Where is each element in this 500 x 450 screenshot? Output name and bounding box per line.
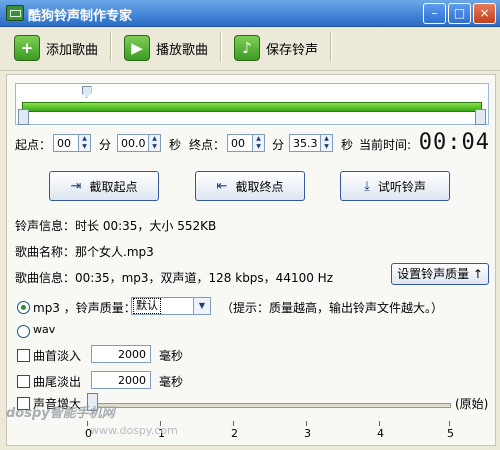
audio-timeline[interactable]: [15, 83, 489, 125]
start-marker[interactable]: [18, 109, 29, 125]
wav-label: wav: [33, 323, 56, 336]
toolbar-separator: [220, 32, 222, 62]
minimize-button[interactable]: –: [423, 3, 446, 24]
play-song-label: 播放歌曲: [156, 42, 209, 58]
mp3-radio[interactable]: [17, 301, 30, 314]
mp3-label: mp3 ，铃声质量：: [33, 301, 136, 315]
tick-mark: [449, 421, 450, 426]
tick-label: 5: [447, 427, 454, 440]
music-note-icon: ♪: [234, 35, 260, 61]
play-icon: ▶: [124, 35, 150, 61]
volume-slider-track[interactable]: [87, 403, 451, 408]
current-time-display: 00:04: [418, 130, 490, 155]
minute-unit: 分: [99, 138, 112, 152]
time-controls: 起点： 00 ▲ ▼ 分 00.0 ▲ ▼ 秒 终点： 00 ▲ ▼ 分 35.3 ▲…: [15, 130, 490, 155]
fade-in-label: 曲首淡入: [33, 349, 82, 363]
add-song-button[interactable]: + 添加歌曲: [14, 34, 98, 62]
title-bar[interactable]: 酷狗铃声制作专家 – □ ×: [0, 0, 500, 27]
fade-in-input[interactable]: 2000: [91, 345, 151, 363]
add-song-label: 添加歌曲: [46, 42, 99, 58]
quality-hint: （提示：质量越高，输出铃声文件越大。）: [221, 301, 444, 315]
spinner-arrows-icon[interactable]: ▲ ▼: [78, 135, 90, 151]
end-min-spinner[interactable]: 00 ▲ ▼: [227, 134, 265, 152]
tick-mark: [306, 421, 307, 426]
fade-out-checkbox[interactable]: [17, 375, 30, 388]
toolbar-separator: [110, 32, 112, 62]
toolbar-separator: [330, 32, 332, 62]
tick-label: 3: [304, 427, 311, 440]
toolbar: + 添加歌曲 ▶ 播放歌曲 ♪ 保存铃声: [0, 26, 500, 71]
spinner-arrows-icon[interactable]: ▲ ▼: [252, 135, 264, 151]
spinner-arrows-icon[interactable]: ▲ ▼: [148, 135, 160, 151]
second-unit: 秒: [169, 138, 182, 152]
cut-start-button[interactable]: ⇥ 截取起点: [49, 171, 159, 201]
tick-label: 2: [231, 427, 238, 440]
plus-icon: +: [14, 35, 40, 61]
minute-unit: 分: [272, 138, 285, 152]
start-label: 起点：: [15, 138, 52, 152]
set-quality-button[interactable]: 设置铃声质量 ↑: [391, 263, 489, 285]
second-unit: 秒: [341, 138, 354, 152]
maximize-button[interactable]: □: [448, 3, 471, 24]
end-sec-spinner[interactable]: 35.3 ▲ ▼: [289, 134, 333, 152]
main-panel: 起点： 00 ▲ ▼ 分 00.0 ▲ ▼ 秒 终点： 00 ▲ ▼ 分 35.3 ▲…: [6, 74, 496, 446]
selection-bar[interactable]: [22, 102, 482, 112]
song-name: 歌曲名称：那个女人.mp3: [15, 245, 154, 259]
end-sec-value: 35.3: [293, 137, 318, 150]
fade-out-label: 曲尾淡出: [33, 375, 82, 389]
ringtone-info: 铃声信息：时长 00:35，大小 552KB: [15, 219, 217, 233]
tick-mark: [87, 421, 88, 426]
preview-label: 试听铃声: [377, 179, 426, 194]
preview-icon: ⤓: [364, 178, 370, 194]
watermark-url: www.dospy.com: [90, 424, 178, 437]
cut-end-label: 截取终点: [235, 179, 284, 194]
tick-label: 4: [377, 427, 384, 440]
fade-out-unit: 毫秒: [159, 375, 184, 389]
save-ringtone-button[interactable]: ♪ 保存铃声: [234, 34, 318, 62]
wav-radio[interactable]: [17, 325, 30, 338]
start-sec-spinner[interactable]: 00.0 ▲ ▼: [117, 134, 161, 152]
tick-mark: [233, 421, 234, 426]
app-icon: [6, 5, 24, 21]
fade-in-checkbox[interactable]: [17, 349, 30, 362]
start-bracket-icon: ⇥: [70, 178, 82, 194]
start-sec-value: 00.0: [121, 137, 146, 150]
spinner-arrows-icon[interactable]: ▲ ▼: [320, 135, 332, 151]
close-button[interactable]: ×: [473, 3, 496, 24]
quality-select[interactable]: 默认 ▼: [131, 297, 211, 315]
cut-end-button[interactable]: ⇤ 截取终点: [195, 171, 305, 201]
watermark-logo: dospy智能手机网: [6, 406, 115, 421]
end-label: 终点：: [189, 138, 226, 152]
play-song-button[interactable]: ▶ 播放歌曲: [124, 34, 208, 62]
app-window: 酷狗铃声制作专家 – □ × + 添加歌曲 ▶ 播放歌曲 ♪ 保存铃声 起点： …: [0, 0, 500, 450]
fade-in-unit: 毫秒: [159, 349, 184, 363]
window-title: 酷狗铃声制作专家: [28, 9, 133, 24]
preview-button[interactable]: ⤓ 试听铃声: [340, 171, 450, 201]
start-min-spinner[interactable]: 00 ▲ ▼: [53, 134, 91, 152]
end-min-value: 00: [231, 137, 245, 150]
chevron-down-icon[interactable]: ▼: [193, 298, 210, 314]
current-time-label: 当前时间:: [359, 138, 412, 152]
quality-value: 默认: [133, 298, 161, 314]
fade-out-input[interactable]: 2000: [91, 371, 151, 389]
cut-start-label: 截取起点: [89, 179, 138, 194]
song-info: 歌曲信息：00:35，mp3，双声道，128 kbps，44100 Hz: [15, 271, 333, 285]
tick-mark: [379, 421, 380, 426]
original-label: (原始): [455, 397, 489, 411]
save-ringtone-label: 保存铃声: [266, 42, 319, 58]
start-min-value: 00: [57, 137, 71, 150]
playhead-handle[interactable]: [81, 86, 92, 98]
end-bracket-icon: ⇤: [216, 178, 228, 194]
end-marker[interactable]: [475, 109, 486, 125]
